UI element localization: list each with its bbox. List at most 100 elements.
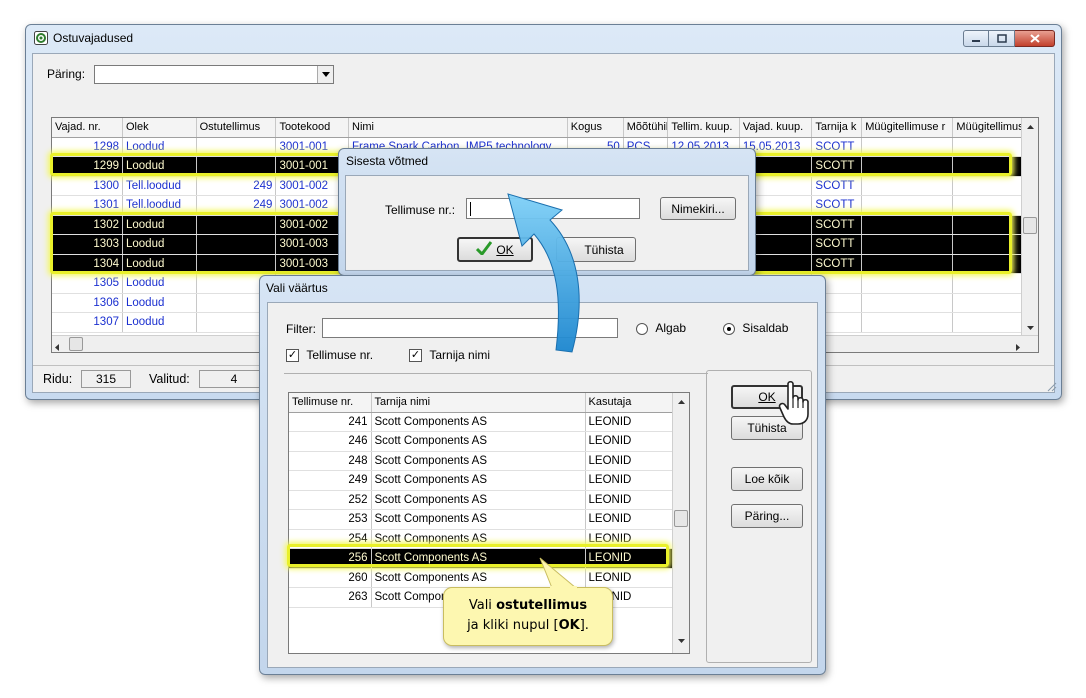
scroll-thumb[interactable] xyxy=(674,510,688,527)
radio-starts[interactable]: Algab xyxy=(636,321,686,335)
scroll-down-icon[interactable] xyxy=(673,632,689,649)
value-dialog-title: Vali väärtus xyxy=(266,281,328,295)
column-header[interactable]: Tellim. kuup. xyxy=(667,118,740,138)
column-header[interactable]: Tellimuse nr. xyxy=(289,393,372,413)
cell-nr: 241 xyxy=(289,412,372,432)
resize-grip-icon[interactable] xyxy=(1045,380,1057,395)
key-dialog-title: Sisesta võtmed xyxy=(346,154,429,168)
cell-nr: 1301 xyxy=(52,195,123,216)
cell-name: Scott Components AS xyxy=(371,529,586,549)
cell-empty xyxy=(861,273,954,294)
column-header[interactable]: Tarnija k xyxy=(811,118,863,138)
column-header[interactable]: Vajad. nr. xyxy=(52,118,123,138)
check-supplier[interactable]: ✓ Tarnija nimi xyxy=(409,348,490,363)
scroll-thumb[interactable] xyxy=(1023,217,1037,234)
app-icon xyxy=(34,31,48,45)
hscroll-thumb[interactable] xyxy=(69,337,83,351)
column-header[interactable]: Müügitellimuse r xyxy=(861,118,954,138)
load-all-button[interactable]: Loe kõik xyxy=(731,467,803,491)
list-item[interactable]: 246 Scott Components AS LEONID xyxy=(289,431,674,452)
dropdown-arrow-icon[interactable] xyxy=(317,66,333,83)
cell-nr: 263 xyxy=(289,587,372,608)
list-item[interactable]: 248 Scott Components AS LEONID xyxy=(289,451,674,471)
column-header[interactable]: Tarnija nimi xyxy=(371,393,586,413)
column-header[interactable]: Kasutaja xyxy=(585,393,674,413)
minimize-icon[interactable] xyxy=(963,30,989,47)
list-item[interactable]: 241 Scott Components AS LEONID xyxy=(289,412,674,432)
cell-user: LEONID xyxy=(585,490,674,510)
maximize-icon[interactable] xyxy=(989,30,1015,47)
cell-tarnija: SCOTT xyxy=(811,195,863,216)
column-header[interactable]: Vajad. kuup. xyxy=(739,118,813,138)
cell-olek: Loodud xyxy=(122,293,197,313)
cell-empty xyxy=(861,254,954,274)
curved-arrow-icon xyxy=(500,180,610,363)
filter-label: Filter: xyxy=(286,322,316,336)
list-item[interactable]: 256 Scott Components AS LEONID xyxy=(289,548,674,569)
query-button[interactable]: Päring... xyxy=(731,504,803,528)
cell-nr: 1304 xyxy=(52,254,123,274)
cell-nr: 260 xyxy=(289,568,372,588)
cell-nr: 254 xyxy=(289,529,372,549)
cell-empty xyxy=(861,176,954,196)
cell-nr: 1307 xyxy=(52,312,123,333)
cell-olek: Loodud xyxy=(122,234,197,255)
cell-user: LEONID xyxy=(585,431,674,452)
checkbox-checked-icon[interactable]: ✓ xyxy=(409,349,422,363)
cell-ostu xyxy=(196,215,277,235)
check-order-nr[interactable]: ✓ Tellimuse nr. xyxy=(286,348,373,363)
callout-pointer xyxy=(538,556,578,593)
cell-user: LEONID xyxy=(585,568,674,588)
cell-tarnija: SCOTT xyxy=(811,176,863,196)
scroll-down-icon[interactable] xyxy=(1022,319,1038,336)
scroll-right-icon[interactable] xyxy=(1016,340,1020,352)
list-item[interactable]: 249 Scott Components AS LEONID xyxy=(289,470,674,491)
callout-line-1: Vali ostutellimus xyxy=(468,598,588,613)
column-header[interactable]: Tootekood xyxy=(275,118,349,138)
radio-starts-icon[interactable] xyxy=(636,322,648,335)
list-item[interactable]: 254 Scott Components AS LEONID xyxy=(289,529,674,549)
column-header[interactable]: Olek xyxy=(122,118,197,138)
radio-contains[interactable]: Sisaldab xyxy=(723,321,788,335)
cell-name: Scott Components AS xyxy=(371,490,586,510)
cell-olek: Loodud xyxy=(122,215,197,235)
column-header[interactable]: Ostutellimus xyxy=(196,118,277,138)
cell-nr: 1306 xyxy=(52,293,123,313)
grid-header: Vajad. nr. Olek Ostutellimus Tootekood Nimi K… xyxy=(52,118,1038,138)
list-button[interactable]: Nimekiri... xyxy=(660,197,736,220)
grid-vertical-scrollbar[interactable] xyxy=(1021,118,1038,336)
rows-count: 315 xyxy=(81,370,131,388)
order-list-scrollbar[interactable] xyxy=(672,393,689,653)
cell-nr: 1299 xyxy=(52,156,123,177)
hand-cursor-icon xyxy=(778,380,814,429)
main-titlebar: Ostuvajadused xyxy=(26,25,1061,51)
column-header[interactable]: Mõõtühik xyxy=(623,118,669,138)
checkbox-checked-icon[interactable]: ✓ xyxy=(286,349,299,363)
cell-nr: 253 xyxy=(289,509,372,530)
radio-contains-icon[interactable] xyxy=(723,322,735,335)
cell-olek: Loodud xyxy=(122,312,197,333)
cell-name: Scott Components AS xyxy=(371,431,586,452)
column-header[interactable]: Nimi xyxy=(348,118,568,138)
list-item[interactable]: 260 Scott Components AS LEONID xyxy=(289,568,674,588)
cell-nr: 249 xyxy=(289,470,372,491)
cell-name: Scott Components AS xyxy=(371,412,586,432)
cell-user: LEONID xyxy=(585,470,674,491)
cell-nr: 1302 xyxy=(52,215,123,235)
callout-line-2: ja kliki nupul [OK]. xyxy=(467,618,589,633)
cell-tarnija: SCOTT xyxy=(811,137,863,157)
column-header[interactable]: Kogus xyxy=(567,118,624,138)
scroll-up-icon[interactable] xyxy=(673,393,689,410)
cell-empty xyxy=(861,215,954,235)
cell-empty xyxy=(861,156,954,177)
close-icon[interactable] xyxy=(1015,30,1055,47)
list-item[interactable]: 252 Scott Components AS LEONID xyxy=(289,490,674,510)
query-combobox[interactable] xyxy=(94,65,334,84)
scroll-up-icon[interactable] xyxy=(1022,118,1038,135)
cell-olek: Tell.loodud xyxy=(122,195,197,216)
cell-ostu xyxy=(196,254,277,274)
scroll-left-icon[interactable] xyxy=(55,340,59,352)
cell-nr: 248 xyxy=(289,451,372,471)
cell-name: Scott Components AS xyxy=(371,451,586,471)
list-item[interactable]: 253 Scott Components AS LEONID xyxy=(289,509,674,530)
